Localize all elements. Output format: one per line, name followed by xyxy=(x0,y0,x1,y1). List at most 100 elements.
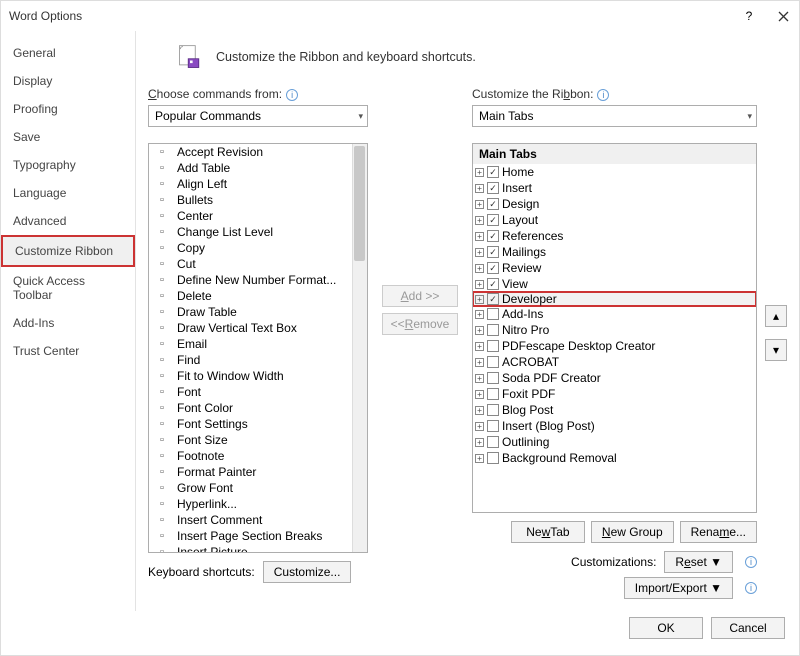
checkbox[interactable] xyxy=(487,372,499,384)
new-group-button[interactable]: New Group xyxy=(591,521,674,543)
help-icon[interactable]: i xyxy=(745,582,757,594)
command-item[interactable]: ▫Bullets▸ xyxy=(149,192,367,208)
tree-item-blog-post[interactable]: +Blog Post xyxy=(473,402,756,418)
tree-item-pdfescape-desktop-creator[interactable]: +PDFescape Desktop Creator xyxy=(473,338,756,354)
command-item[interactable]: ▫Hyperlink... xyxy=(149,496,367,512)
command-item[interactable]: ▫Draw Vertical Text Box xyxy=(149,320,367,336)
checkbox[interactable] xyxy=(487,388,499,400)
ok-button[interactable]: OK xyxy=(629,617,703,639)
ribbon-tree[interactable]: Main Tabs +✓Home+✓Insert+✓Design+✓Layout… xyxy=(472,143,757,513)
checkbox[interactable]: ✓ xyxy=(487,230,499,242)
checkbox[interactable] xyxy=(487,452,499,464)
tree-item-design[interactable]: +✓Design xyxy=(473,196,756,212)
command-item[interactable]: ▫Insert Page Section Breaks xyxy=(149,528,367,544)
help-icon[interactable]: i xyxy=(286,89,298,101)
command-item[interactable]: ▫Email xyxy=(149,336,367,352)
command-item[interactable]: ▫Font Color▸ xyxy=(149,400,367,416)
tree-item-insert[interactable]: +✓Insert xyxy=(473,180,756,196)
command-item[interactable]: ▫Copy xyxy=(149,240,367,256)
close-button[interactable] xyxy=(775,8,791,24)
expand-icon[interactable]: + xyxy=(475,438,484,447)
command-item[interactable]: ▫Font SizeI▾ xyxy=(149,432,367,448)
expand-icon[interactable]: + xyxy=(475,326,484,335)
checkbox[interactable]: ✓ xyxy=(487,214,499,226)
cancel-button[interactable]: Cancel xyxy=(711,617,785,639)
move-up-button[interactable]: ▴ xyxy=(765,305,787,327)
expand-icon[interactable]: + xyxy=(475,310,484,319)
command-item[interactable]: ▫Define New Number Format... xyxy=(149,272,367,288)
commands-listbox[interactable]: ▫Accept Revision▫Add Table▸▫Align Left▫B… xyxy=(148,143,368,553)
nav-item-quick-access-toolbar[interactable]: Quick Access Toolbar xyxy=(1,267,135,309)
checkbox[interactable] xyxy=(487,340,499,352)
expand-icon[interactable]: + xyxy=(475,200,484,209)
nav-item-add-ins[interactable]: Add-Ins xyxy=(1,309,135,337)
tree-item-mailings[interactable]: +✓Mailings xyxy=(473,244,756,260)
command-item[interactable]: ▫Add Table▸ xyxy=(149,160,367,176)
expand-icon[interactable]: + xyxy=(475,264,484,273)
checkbox[interactable]: ✓ xyxy=(487,262,499,274)
command-item[interactable]: ▫Draw Table xyxy=(149,304,367,320)
command-item[interactable]: ▫Font Settings xyxy=(149,416,367,432)
checkbox[interactable]: ✓ xyxy=(487,278,499,290)
tree-item-references[interactable]: +✓References xyxy=(473,228,756,244)
expand-icon[interactable]: + xyxy=(475,168,484,177)
help-button[interactable]: ? xyxy=(741,8,757,24)
tree-item-acrobat[interactable]: +ACROBAT xyxy=(473,354,756,370)
nav-item-typography[interactable]: Typography xyxy=(1,151,135,179)
tree-item-nitro-pro[interactable]: +Nitro Pro xyxy=(473,322,756,338)
move-down-button[interactable]: ▾ xyxy=(765,339,787,361)
nav-item-trust-center[interactable]: Trust Center xyxy=(1,337,135,365)
nav-item-advanced[interactable]: Advanced xyxy=(1,207,135,235)
help-icon[interactable]: i xyxy=(745,556,757,568)
expand-icon[interactable]: + xyxy=(475,390,484,399)
import-export-button[interactable]: Import/Export ▼ xyxy=(624,577,733,599)
tree-item-background-removal[interactable]: +Background Removal xyxy=(473,450,756,466)
expand-icon[interactable]: + xyxy=(475,184,484,193)
command-item[interactable]: ▫Footnote xyxy=(149,448,367,464)
command-item[interactable]: ▫Grow Font xyxy=(149,480,367,496)
expand-icon[interactable]: + xyxy=(475,454,484,463)
tree-item-outlining[interactable]: +Outlining xyxy=(473,434,756,450)
expand-icon[interactable]: + xyxy=(475,295,484,304)
choose-commands-dropdown[interactable]: Popular Commands ▾ xyxy=(148,105,368,127)
tree-item-layout[interactable]: +✓Layout xyxy=(473,212,756,228)
command-item[interactable]: ▫Cut xyxy=(149,256,367,272)
remove-button[interactable]: << Remove xyxy=(382,313,458,335)
expand-icon[interactable]: + xyxy=(475,342,484,351)
tree-item-insert-blog-post-[interactable]: +Insert (Blog Post) xyxy=(473,418,756,434)
checkbox[interactable]: ✓ xyxy=(487,246,499,258)
checkbox[interactable]: ✓ xyxy=(487,293,499,305)
checkbox[interactable] xyxy=(487,420,499,432)
checkbox[interactable]: ✓ xyxy=(487,166,499,178)
command-item[interactable]: ▫Insert Comment xyxy=(149,512,367,528)
nav-item-display[interactable]: Display xyxy=(1,67,135,95)
tree-item-developer[interactable]: +✓Developer xyxy=(472,291,757,307)
tree-item-soda-pdf-creator[interactable]: +Soda PDF Creator xyxy=(473,370,756,386)
nav-item-customize-ribbon[interactable]: Customize Ribbon xyxy=(1,235,135,267)
command-item[interactable]: ▫Format Painter xyxy=(149,464,367,480)
expand-icon[interactable]: + xyxy=(475,406,484,415)
command-item[interactable]: ▫Fit to Window Width xyxy=(149,368,367,384)
tree-item-foxit-pdf[interactable]: +Foxit PDF xyxy=(473,386,756,402)
checkbox[interactable] xyxy=(487,324,499,336)
command-item[interactable]: ▫Find xyxy=(149,352,367,368)
checkbox[interactable] xyxy=(487,308,499,320)
expand-icon[interactable]: + xyxy=(475,248,484,257)
checkbox[interactable] xyxy=(487,404,499,416)
command-item[interactable]: ▫FontI▾ xyxy=(149,384,367,400)
expand-icon[interactable]: + xyxy=(475,280,484,289)
command-item[interactable]: ▫Align Left xyxy=(149,176,367,192)
checkbox[interactable]: ✓ xyxy=(487,182,499,194)
add-button[interactable]: Add >> xyxy=(382,285,458,307)
expand-icon[interactable]: + xyxy=(475,216,484,225)
checkbox[interactable] xyxy=(487,356,499,368)
tree-item-view[interactable]: +✓View xyxy=(473,276,756,292)
scrollbar[interactable] xyxy=(352,144,367,552)
expand-icon[interactable]: + xyxy=(475,374,484,383)
customize-ribbon-dropdown[interactable]: Main Tabs ▾ xyxy=(472,105,757,127)
command-item[interactable]: ▫Delete xyxy=(149,288,367,304)
nav-item-proofing[interactable]: Proofing xyxy=(1,95,135,123)
checkbox[interactable]: ✓ xyxy=(487,198,499,210)
tree-item-review[interactable]: +✓Review xyxy=(473,260,756,276)
reset-button[interactable]: Reset ▼ xyxy=(664,551,733,573)
